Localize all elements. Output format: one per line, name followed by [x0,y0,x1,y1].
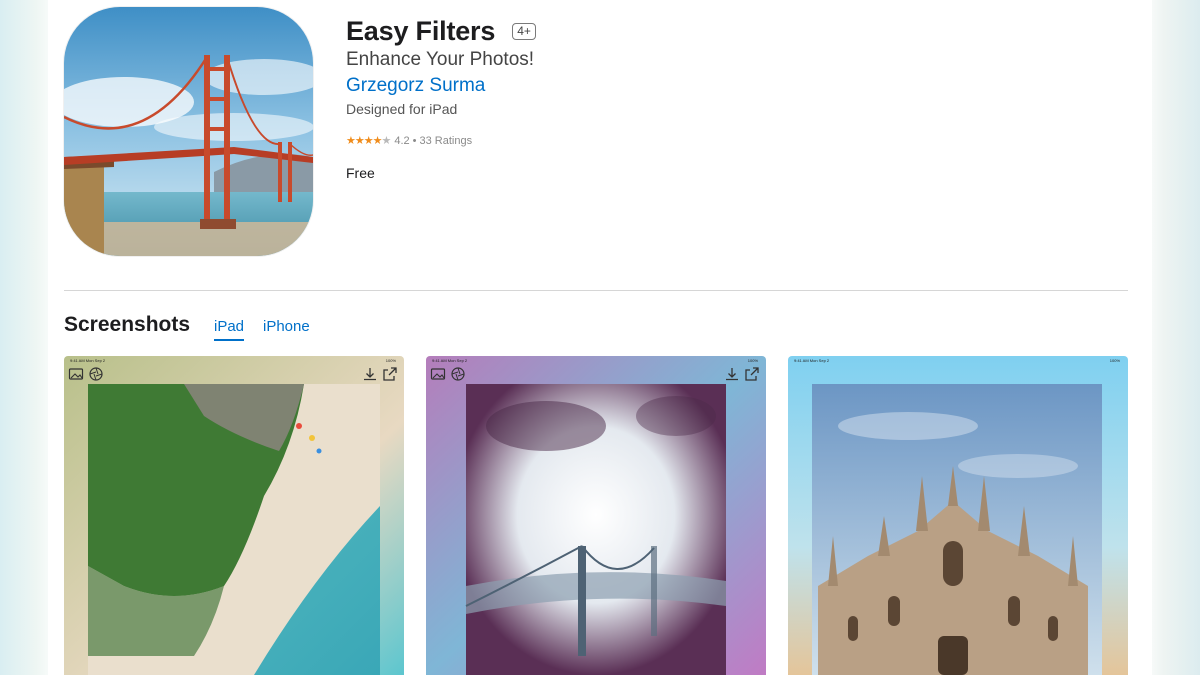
star-rating-icon: ★★★★★ [346,135,391,147]
rating-summary: ★★★★★ 4.2 • 33 Ratings [346,134,473,148]
age-rating-badge: 4+ [512,23,536,40]
foggy-bridge-screenshot[interactable]: 9:41 AM Mon Sep 2 100% [426,356,766,675]
rating-value: 4.2 [394,134,410,147]
status-bar-time: 9:41 AM Mon Sep 2 [794,358,830,363]
rating-separator: • [412,134,417,147]
designed-for-label: Designed for iPad [346,101,458,117]
aerial-beach-screenshot[interactable]: 9:41 AM Mon Sep 2 100% [64,356,404,675]
app-title: Easy Filters [346,16,496,46]
download-icon [364,368,376,381]
app-store-page: Easy Filters 4+ Enhance Your Photos! Grz… [48,0,1152,675]
ratings-count: 33 Ratings [419,134,473,147]
share-icon [745,367,759,381]
screenshots-heading: Screenshots [64,313,191,336]
tab-iphone[interactable]: iPhone [263,318,310,335]
status-bar-battery: 100% [385,358,396,363]
aperture-icon [451,367,465,381]
section-divider [64,290,1128,291]
aperture-icon [89,367,103,381]
cathedral-screenshot[interactable]: 9:41 AM Mon Sep 2 100% [788,356,1128,675]
status-bar-time: 9:41 AM Mon Sep 2 [70,358,106,363]
status-bar-battery: 100% [747,358,758,363]
status-bar-battery: 100% [1109,358,1120,363]
tab-ipad[interactable]: iPad [214,318,245,341]
app-title-row: Easy Filters 4+ [346,16,536,47]
gallery-icon [430,368,446,380]
share-icon [383,367,397,381]
download-icon [726,368,738,381]
gallery-icon [68,368,84,380]
app-subtitle: Enhance Your Photos! [346,49,535,70]
app-icon [64,7,313,256]
developer-link[interactable]: Grzegorz Surma [346,75,485,97]
price-label: Free [346,165,375,181]
status-bar-time: 9:41 AM Mon Sep 2 [432,358,468,363]
